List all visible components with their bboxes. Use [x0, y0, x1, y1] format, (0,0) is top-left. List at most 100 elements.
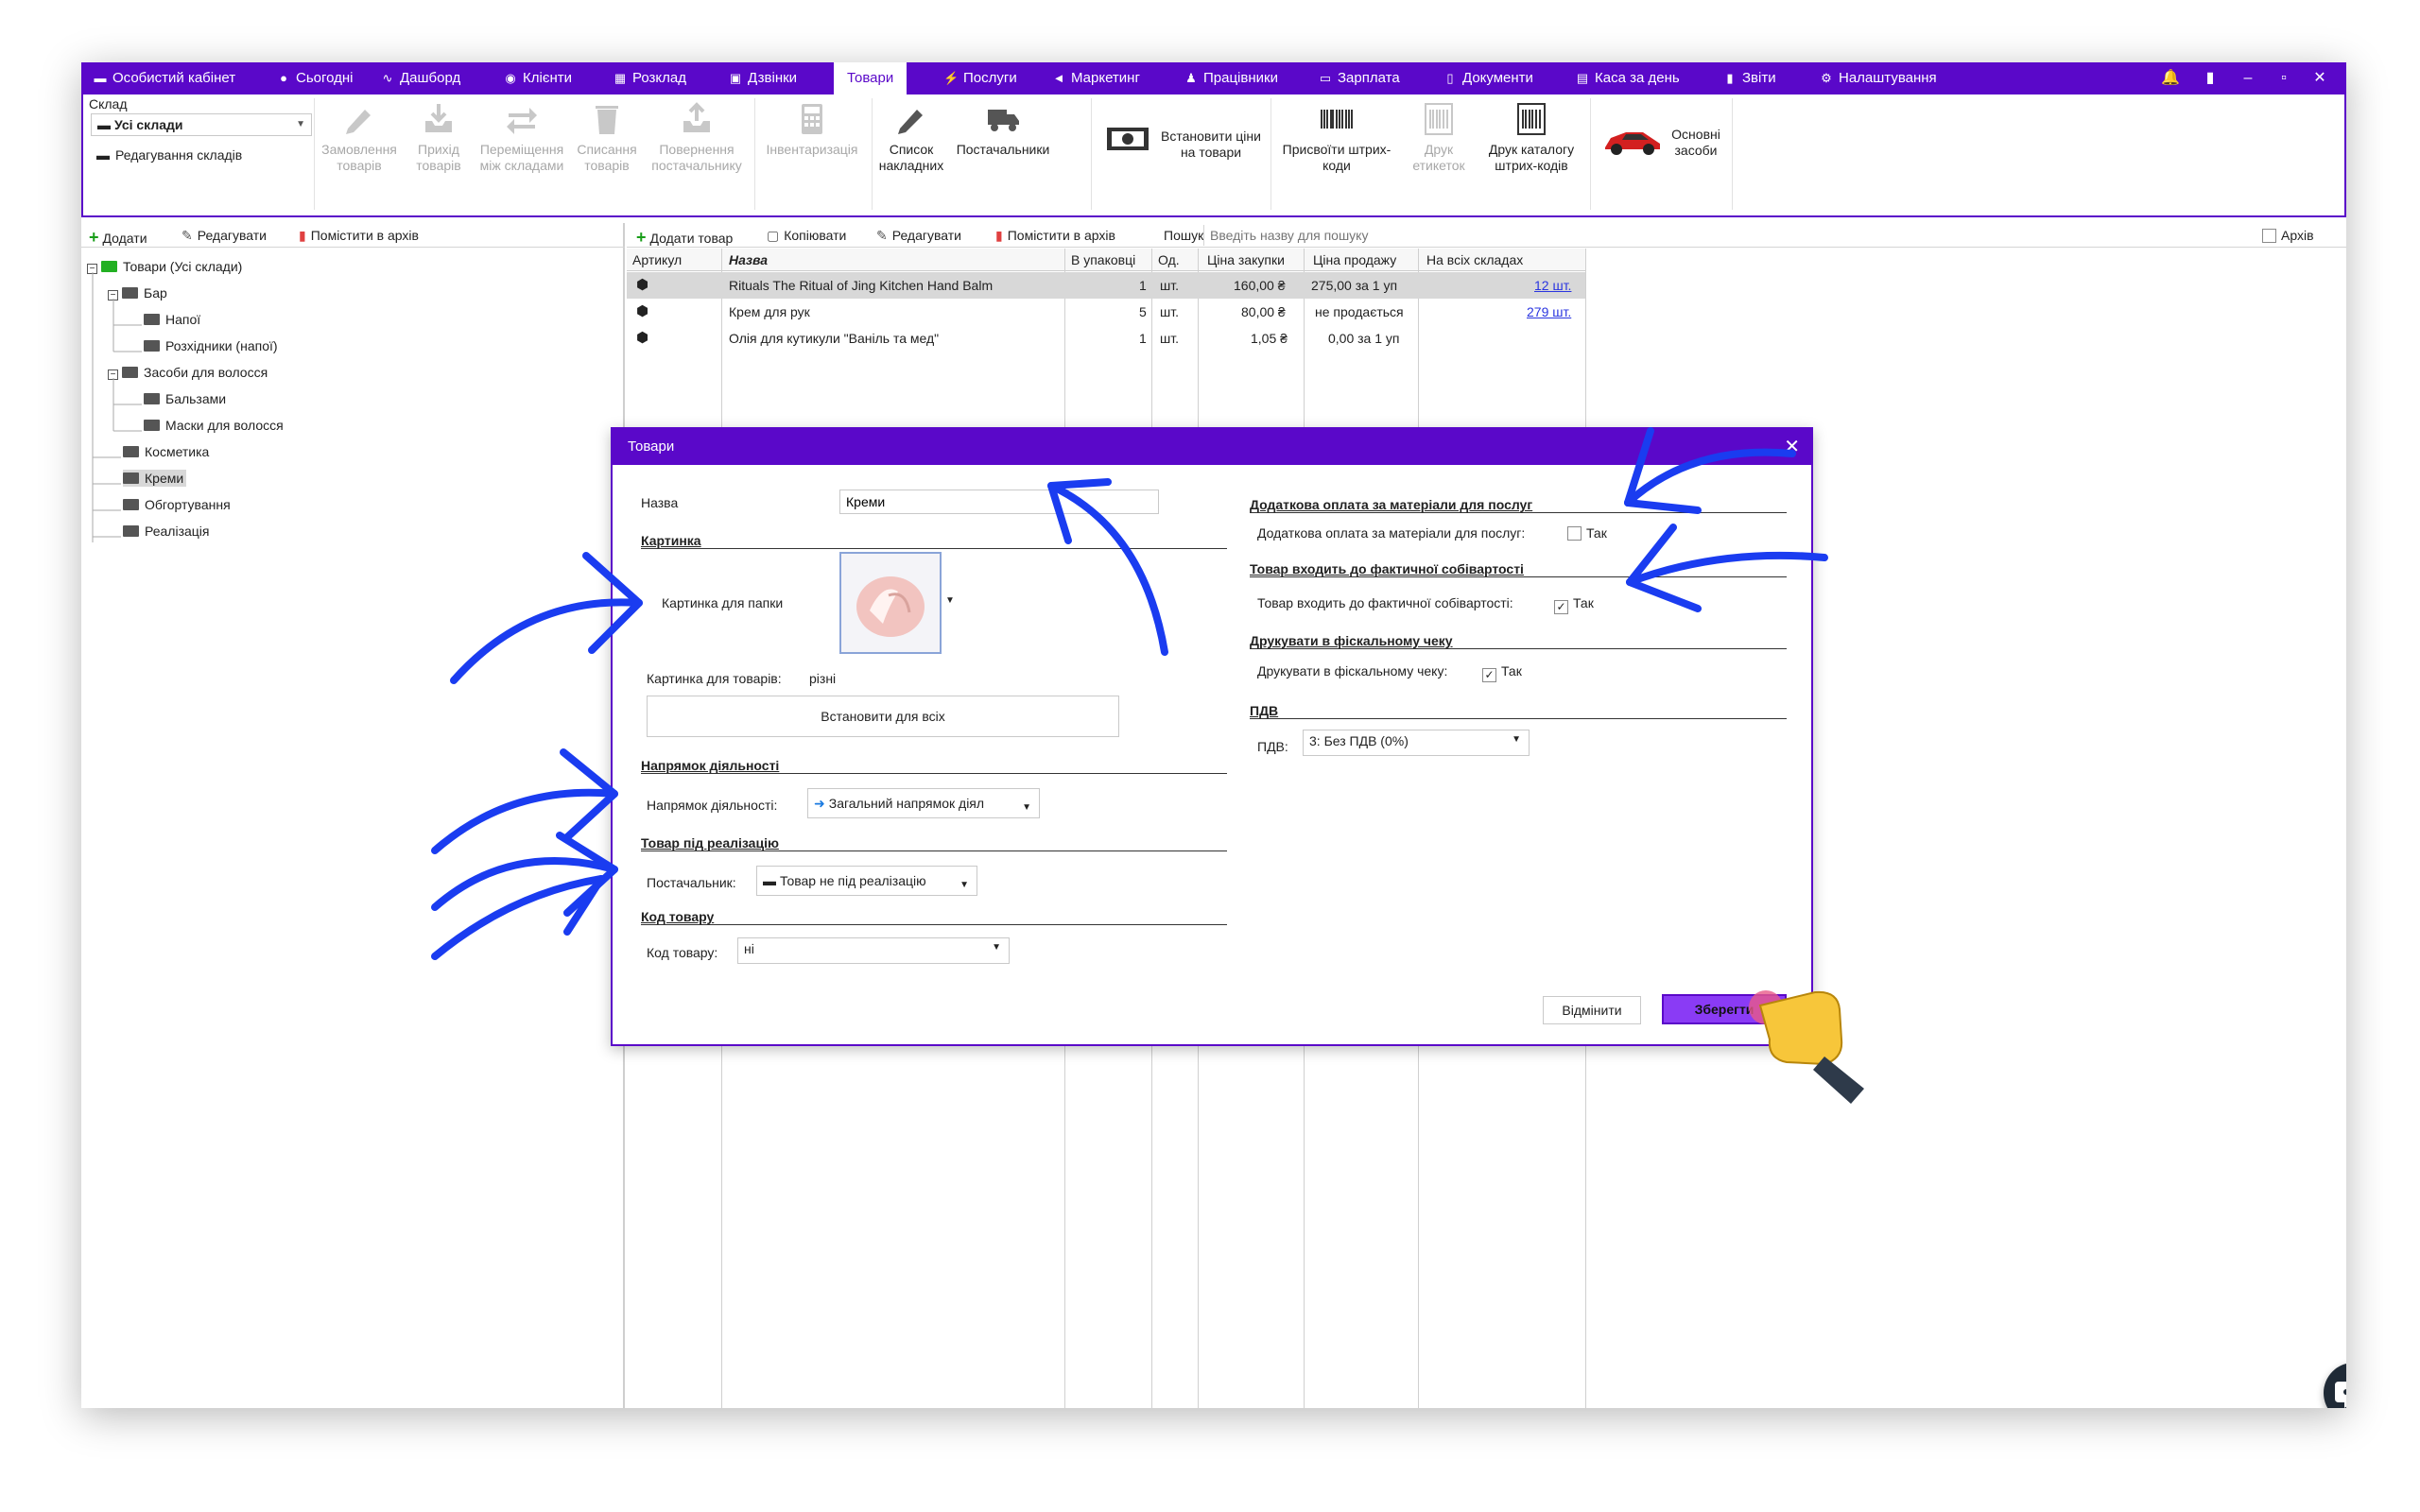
edit-warehouses-link[interactable]: ▬ Редагування складів	[96, 147, 242, 163]
bar-chart-icon: ▮	[1726, 71, 1734, 85]
col-buy-price[interactable]: Ціна закупки	[1207, 252, 1285, 267]
goods-picture-value: різні	[809, 671, 837, 686]
nav-reports[interactable]: ▮ Звіти	[1722, 62, 1775, 94]
col-article[interactable]: Артикул	[632, 252, 682, 267]
nav-marketing[interactable]: ◄ Маркетинг	[1051, 62, 1140, 94]
col-unit[interactable]: Од.	[1158, 252, 1180, 267]
gear-icon: ⚙	[1821, 71, 1832, 85]
cancel-button[interactable]: Відмінити	[1543, 996, 1641, 1024]
set-for-all-button[interactable]: Встановити для всіх	[647, 696, 1119, 737]
save-button[interactable]: Зберегти	[1662, 994, 1787, 1024]
code-section-title: Код товару	[641, 909, 715, 924]
checkbox-icon	[2262, 229, 2276, 243]
nav-personal-cabinet[interactable]: ▬ Особистий кабінет	[93, 62, 236, 94]
close-icon[interactable]: ✕	[2308, 62, 2331, 94]
nav-settings[interactable]: ⚙ Налаштування	[1819, 62, 1937, 94]
nav-cashbox[interactable]: ▤ Каса за день	[1575, 62, 1680, 94]
nav-documents[interactable]: ▯ Документи	[1443, 62, 1533, 94]
copy-goods-button[interactable]: ▢ Копіювати	[767, 228, 846, 244]
archive-category-button[interactable]: ▮ Помістити в архів	[299, 228, 419, 244]
fiscal-section-title: Друкувати в фіскальному чеку	[1250, 633, 1453, 648]
fiscal-checkbox[interactable]: ✓ Так	[1482, 663, 1522, 682]
nav-calls[interactable]: ▣ Дзвінки	[728, 62, 797, 94]
assign-barcodes-button[interactable]: Присвоїти штрих-коди	[1272, 100, 1401, 174]
chevron-down-icon[interactable]: ▼	[945, 595, 955, 606]
folder-picture-picker[interactable]	[839, 552, 942, 654]
col-pack[interactable]: В упаковці	[1071, 252, 1135, 267]
table-row[interactable]: ⬢ Rituals The Ritual of Jing Kitchen Han…	[627, 272, 1585, 299]
return-to-supplier-button[interactable]: Повернення постачальнику	[643, 100, 751, 174]
cost-checkbox[interactable]: ✓ Так	[1554, 595, 1594, 614]
nav-employees[interactable]: ♟ Працівники	[1184, 62, 1278, 94]
direction-select[interactable]: ➜ Загальний напрямок діял ▼	[807, 788, 1040, 818]
vat-label: ПДВ:	[1257, 739, 1288, 754]
edit-goods-button[interactable]: ✎ Редагувати	[876, 228, 961, 244]
print-barcode-catalog-button[interactable]: Друк каталогу штрих-кодів	[1477, 100, 1586, 174]
car-icon	[1605, 132, 1660, 155]
invoices-list-button[interactable]: Список накладних	[873, 100, 949, 174]
print-labels-button[interactable]: Друк етикеток	[1401, 100, 1477, 174]
calendar-icon: ▦	[614, 71, 627, 85]
nav-services[interactable]: ⚡ Послуги	[943, 62, 1017, 94]
chevron-down-icon: ▼	[992, 942, 1001, 953]
checkbox-icon	[1567, 526, 1582, 541]
bolt-icon: ⚡	[943, 71, 959, 85]
warehouse-select[interactable]: ▬ Усі склади ▼	[91, 113, 312, 136]
col-sell-price[interactable]: Ціна продажу	[1313, 252, 1396, 267]
move-between-warehouses-button[interactable]: Переміщення між складами	[473, 100, 571, 174]
extra-pay-label: Додаткова оплата за матеріали для послуг…	[1257, 525, 1526, 541]
chat-button[interactable]	[2324, 1363, 2346, 1408]
vat-select[interactable]: 3: Без ПДВ (0%) ▼	[1303, 730, 1530, 756]
extra-pay-checkbox[interactable]: Так	[1567, 525, 1607, 541]
pencil-icon: ✎	[876, 228, 888, 243]
table-row[interactable]: ⬢ Олія для кутикули "Ваніль та мед" 1 шт…	[627, 325, 1585, 352]
pencil-icon	[898, 110, 923, 134]
add-goods-button[interactable]: + Додати товар	[636, 228, 733, 248]
trash-icon: ▮	[299, 228, 306, 243]
archive-goods-button[interactable]: ▮ Помістити в архів	[995, 228, 1115, 244]
close-icon[interactable]: ✕	[1784, 429, 1800, 465]
search-label: Пошук	[1164, 228, 1204, 243]
order-goods-button[interactable]: Замовлення товарів	[314, 100, 405, 174]
minimize-icon[interactable]: –	[2237, 62, 2259, 94]
nav-schedule[interactable]: ▦ Розклад	[613, 62, 686, 94]
dialog-title: Товари	[613, 429, 1811, 465]
name-input[interactable]	[839, 490, 1159, 514]
nav-today[interactable]: ● Сьогодні	[276, 62, 353, 94]
trash-icon: ▮	[995, 228, 1003, 243]
goods-picture-label: Картинка для товарів:	[647, 671, 782, 686]
stock-link[interactable]: 12 шт.	[1534, 278, 1571, 293]
tree-lines	[92, 272, 142, 542]
code-select[interactable]: ні ▼	[737, 937, 1010, 964]
truck-icon	[988, 110, 1019, 131]
nav-goods[interactable]: Товари	[834, 62, 908, 94]
chevron-down-icon: ▼	[296, 119, 305, 129]
write-off-goods-button[interactable]: Списання товарів	[571, 100, 643, 174]
archive-checkbox[interactable]: Архів	[2262, 228, 2314, 243]
suppliers-button[interactable]: Постачальники	[951, 100, 1055, 158]
box-icon: ⬢	[636, 330, 649, 346]
nav-clients[interactable]: ◉ Клієнти	[503, 62, 572, 94]
col-name[interactable]: Назва	[729, 252, 768, 267]
truck-icon: ▬	[763, 873, 776, 888]
calculator-icon: ▤	[1576, 71, 1589, 85]
barcode-catalog-icon	[1517, 103, 1546, 135]
phone-icon: ▣	[729, 71, 742, 85]
restore-icon[interactable]: ▫	[2273, 62, 2295, 94]
bell-icon[interactable]: 🔔	[2159, 62, 2182, 94]
lock-icon[interactable]: ▮	[2199, 62, 2221, 94]
grid-header: Артикул Назва В упаковці Од. Ціна закупк…	[627, 249, 1585, 271]
calculator-icon	[802, 104, 822, 134]
trash-icon	[596, 106, 618, 134]
nav-dashboard[interactable]: ∿ Дашборд	[380, 62, 461, 94]
chevron-down-icon: ▼	[959, 880, 969, 890]
stock-link[interactable]: 279 шт.	[1527, 304, 1571, 319]
supplier-select[interactable]: ▬ Товар не під реалізацію ▼	[756, 866, 977, 896]
inventory-button[interactable]: Інвентаризація	[756, 100, 868, 158]
nav-salary[interactable]: ▭ Зарплата	[1318, 62, 1400, 94]
col-stock[interactable]: На всіх складах	[1426, 252, 1523, 267]
search-input[interactable]	[1203, 225, 2319, 246]
goods-receipt-button[interactable]: Прихід товарів	[405, 100, 473, 174]
cream-picture-icon	[856, 576, 925, 637]
table-row[interactable]: ⬢ Крем для рук 5 шт. 80,00 ₴ не продаєть…	[627, 299, 1585, 325]
